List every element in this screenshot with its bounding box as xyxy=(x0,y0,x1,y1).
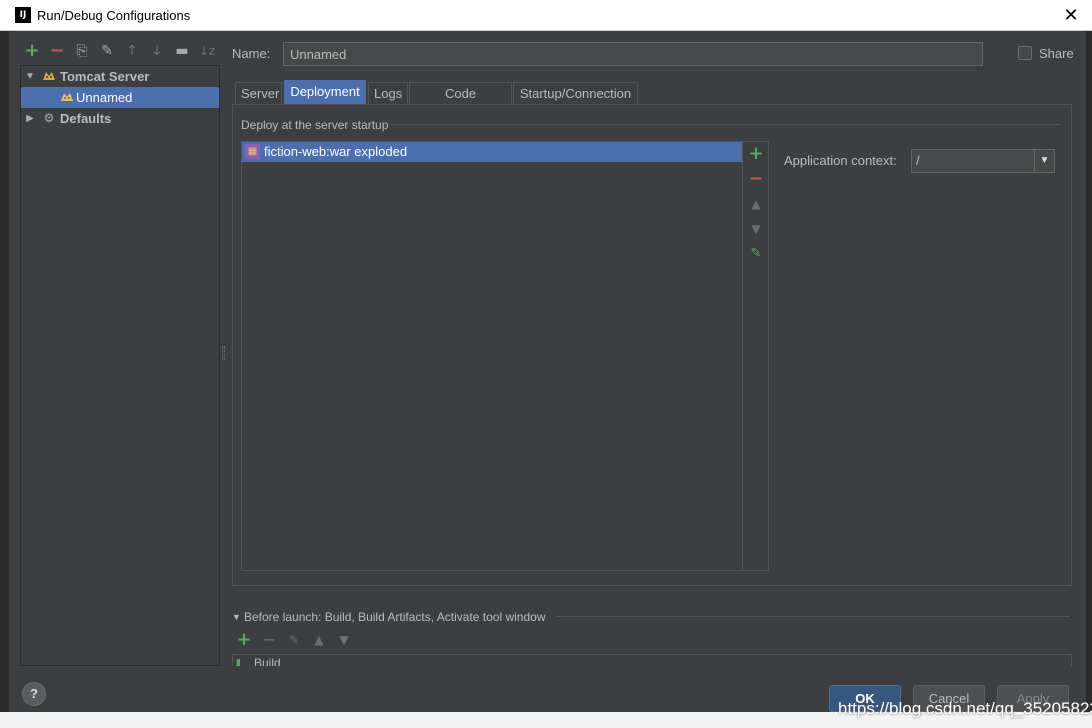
tomcat-icon xyxy=(59,89,75,105)
edit-defaults-icon[interactable]: ✎ xyxy=(98,42,116,60)
task-label: Build xyxy=(254,656,281,666)
add-configuration-icon[interactable]: + xyxy=(23,42,41,60)
window-title: Run/Debug Configurations xyxy=(37,8,191,23)
artifact-label: fiction-web:war exploded xyxy=(264,144,408,159)
intellij-app-icon: IJ xyxy=(15,7,31,23)
chevron-down-icon[interactable]: ▼ xyxy=(1034,150,1054,172)
deployment-artifact-list[interactable]: ▦ fiction-web:war exploded xyxy=(241,141,743,571)
deploy-section-title: Deploy at the server startup xyxy=(241,118,389,132)
title-bar: IJ Run/Debug Configurations ✕ xyxy=(0,0,1092,31)
tree-item-label: Defaults xyxy=(60,111,112,126)
name-label: Name: xyxy=(232,46,271,61)
edit-pencil-icon[interactable]: ✎ xyxy=(746,244,766,264)
remove-task-icon[interactable]: − xyxy=(260,631,278,649)
close-window-button[interactable]: ✕ xyxy=(1060,4,1082,26)
application-context-select[interactable]: / ▼ xyxy=(911,149,1055,173)
background-app-left-edge xyxy=(0,31,9,728)
tree-item-tomcat-server[interactable]: ▼ Tomcat Server xyxy=(21,66,219,87)
build-icon: ▮ xyxy=(236,657,241,666)
add-task-icon[interactable]: + xyxy=(235,631,253,649)
tree-item-label: Tomcat Server xyxy=(60,69,150,84)
artifact-list-toolbar: + − ▲ ▼ ✎ xyxy=(743,141,769,571)
remove-configuration-icon[interactable]: − xyxy=(48,42,66,60)
copy-configuration-icon[interactable]: ⎘ xyxy=(73,42,91,60)
move-down-icon[interactable]: ▼ xyxy=(746,219,766,239)
move-down-icon[interactable]: ▼ xyxy=(335,631,353,649)
move-up-icon[interactable]: ▲ xyxy=(310,631,328,649)
collapse-arrow-icon[interactable]: ▶ xyxy=(25,108,35,129)
before-launch-label[interactable]: Before launch: Build, Build Artifacts, A… xyxy=(244,610,546,624)
before-launch-task-list[interactable]: ▮ Build xyxy=(232,654,1072,666)
application-context-label: Application context: xyxy=(784,153,897,168)
share-label: Share xyxy=(1039,46,1074,61)
tab-startup-connection[interactable]: Startup/Connection xyxy=(513,82,638,105)
section-divider xyxy=(556,616,1070,617)
list-item[interactable]: ▦ fiction-web:war exploded xyxy=(242,142,742,162)
tree-item-unnamed[interactable]: Unnamed xyxy=(21,87,219,108)
move-up-icon[interactable]: ↑ xyxy=(123,42,141,60)
add-artifact-icon[interactable]: + xyxy=(746,144,766,164)
wrench-icon: ⚙ xyxy=(43,111,55,125)
section-divider xyxy=(390,124,1060,125)
tab-code-coverage[interactable]: Code Coverage xyxy=(409,82,512,122)
configurations-tree: ▼ Tomcat Server Unnamed ▶ ⚙ Defaults xyxy=(20,65,220,666)
tomcat-icon xyxy=(41,68,57,84)
edit-task-icon[interactable]: ✎ xyxy=(285,631,303,649)
help-button[interactable]: ? xyxy=(22,682,46,706)
panel-splitter-handle[interactable] xyxy=(222,346,225,360)
tab-server[interactable]: Server xyxy=(235,82,282,105)
background-app-right-edge xyxy=(1086,31,1092,728)
war-artifact-icon: ▦ xyxy=(245,144,260,159)
watermark-text: https://blog.csdn.net/qq_35205823 xyxy=(838,699,1092,718)
tree-item-label: Unnamed xyxy=(76,90,133,105)
remove-artifact-icon[interactable]: − xyxy=(746,169,766,189)
expand-arrow-icon[interactable]: ▼ xyxy=(25,66,35,87)
application-context-value: / xyxy=(916,153,920,168)
move-up-icon[interactable]: ▲ xyxy=(746,194,766,214)
share-checkbox[interactable] xyxy=(1018,46,1032,60)
folder-icon[interactable]: ▬ xyxy=(173,42,191,60)
sort-icon[interactable]: ↓z xyxy=(198,42,216,60)
tab-logs[interactable]: Logs xyxy=(368,82,408,105)
name-field[interactable] xyxy=(283,42,983,66)
move-down-icon[interactable]: ↓ xyxy=(148,42,166,60)
tree-item-defaults[interactable]: ▶ ⚙ Defaults xyxy=(21,108,219,129)
before-launch-collapse-icon[interactable]: ▼ xyxy=(232,612,241,622)
tab-deployment[interactable]: Deployment xyxy=(284,80,366,104)
